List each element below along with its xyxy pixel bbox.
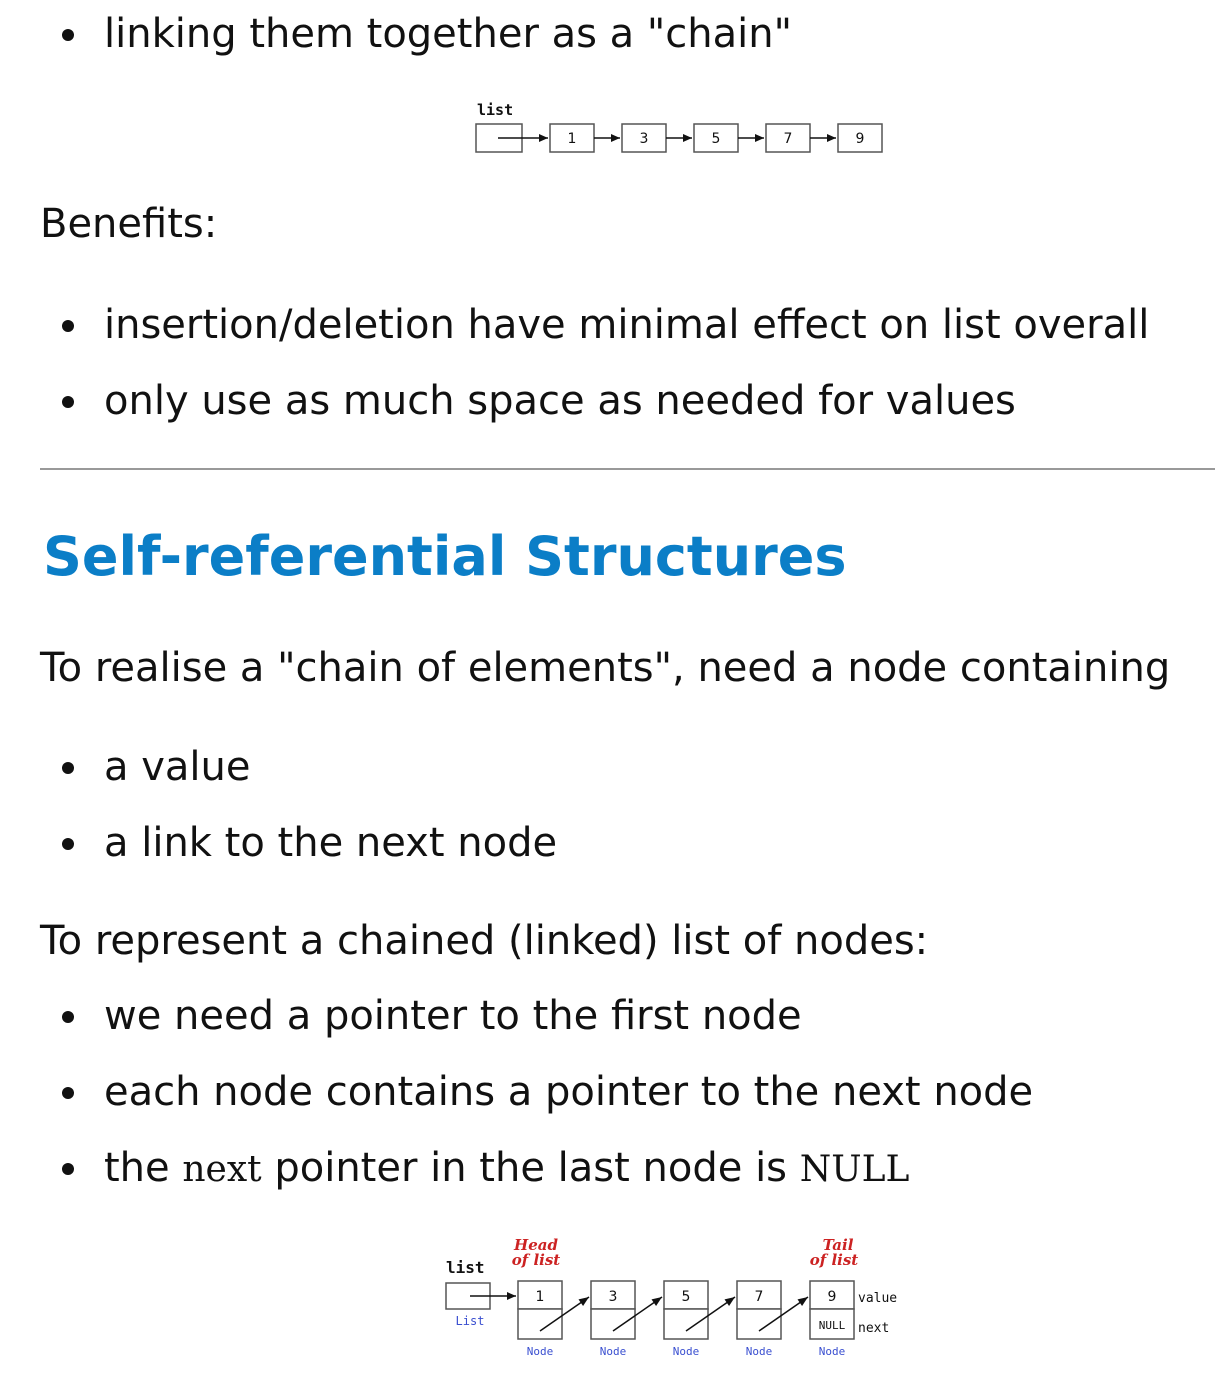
- node-value: 5: [682, 1289, 691, 1305]
- node-next-box: [663, 1308, 709, 1340]
- benefits-label: Benefits:: [40, 201, 218, 247]
- node-value: 3: [609, 1289, 618, 1305]
- diagram1-nodes: 1 3 5 7 9: [498, 123, 883, 153]
- null-label: NULL: [819, 1319, 846, 1332]
- node-value: 1: [536, 1289, 545, 1305]
- intro-list: linking them together as a "chain": [62, 14, 792, 54]
- list-item: linking them together as a "chain": [62, 14, 792, 54]
- representation-list: we need a pointer to the first node each…: [62, 996, 1033, 1191]
- node-type-label: Node: [746, 1345, 773, 1358]
- node-value: 7: [755, 1289, 764, 1305]
- diagram-list-label: list: [477, 101, 513, 119]
- diagram-list-label: list: [446, 1258, 485, 1277]
- list-item: a link to the next node: [62, 823, 557, 863]
- arrow-head: [683, 134, 692, 142]
- arrow-head: [578, 1297, 589, 1306]
- list-item: only use as much space as needed for val…: [62, 381, 1149, 421]
- paragraph: To realise a "chain of elements", need a…: [40, 645, 1171, 691]
- arrow-head: [827, 134, 836, 142]
- section-heading-block: Self-referential Structures: [43, 527, 1215, 587]
- diagram2-nodes: 1 Node 3 Node 5 Node 7 Node 9 Node NULL: [470, 1280, 855, 1358]
- node-next-box: [736, 1308, 782, 1340]
- benefits-label-block: Benefits:: [40, 202, 1215, 246]
- node-value: 9: [856, 131, 865, 147]
- node-next-box: [517, 1308, 563, 1340]
- value-field-label: value: [858, 1291, 897, 1306]
- node-value: 7: [784, 131, 793, 147]
- horizontal-divider: [40, 468, 1215, 470]
- head-label-sub: of list: [512, 1251, 561, 1269]
- node-next-box: [590, 1308, 636, 1340]
- arrow-head: [611, 134, 620, 142]
- paragraph: To represent a chained (linked) list of …: [40, 918, 929, 964]
- code-null: NULL: [799, 1149, 910, 1190]
- list-item: a value: [62, 747, 557, 787]
- section-heading: Self-referential Structures: [43, 525, 847, 588]
- linked-list-diagram-detailed: Head of list Tail of list list List valu…: [445, 1236, 897, 1358]
- text: the: [104, 1145, 183, 1191]
- node-contents-list: a value a link to the next node: [62, 747, 557, 863]
- arrow-head: [755, 134, 764, 142]
- list-item: we need a pointer to the first node: [62, 996, 1033, 1036]
- node-value: 1: [568, 131, 577, 147]
- code-next: next: [182, 1149, 262, 1190]
- node-type-label: Node: [673, 1345, 700, 1358]
- arrow-head: [651, 1297, 662, 1306]
- list-item: insertion/deletion have minimal effect o…: [62, 305, 1149, 345]
- node-value: 3: [640, 131, 649, 147]
- list-item: the next pointer in the last node is NUL…: [62, 1145, 1033, 1191]
- para1-block: To realise a "chain of elements", need a…: [40, 646, 1215, 690]
- arrow-head: [724, 1297, 735, 1306]
- next-field-label: next: [858, 1321, 889, 1336]
- tail-label-sub: of list: [810, 1251, 859, 1269]
- node-value: 9: [828, 1289, 837, 1305]
- arrow-head: [539, 134, 548, 142]
- list-type-label: List: [456, 1314, 485, 1328]
- arrow-head: [507, 1292, 516, 1300]
- benefits-list: insertion/deletion have minimal effect o…: [62, 305, 1149, 421]
- list-item: each node contains a pointer to the next…: [62, 1072, 1033, 1112]
- arrow-head: [797, 1297, 808, 1306]
- text: pointer in the last node is: [261, 1145, 800, 1191]
- node-type-label: Node: [600, 1345, 627, 1358]
- node-type-label: Node: [527, 1345, 554, 1358]
- linked-list-diagram-simple: list 1 3 5 7 9: [475, 101, 883, 153]
- node-value: 5: [712, 131, 721, 147]
- para2-block: To represent a chained (linked) list of …: [40, 919, 1215, 963]
- node-type-label: Node: [819, 1345, 846, 1358]
